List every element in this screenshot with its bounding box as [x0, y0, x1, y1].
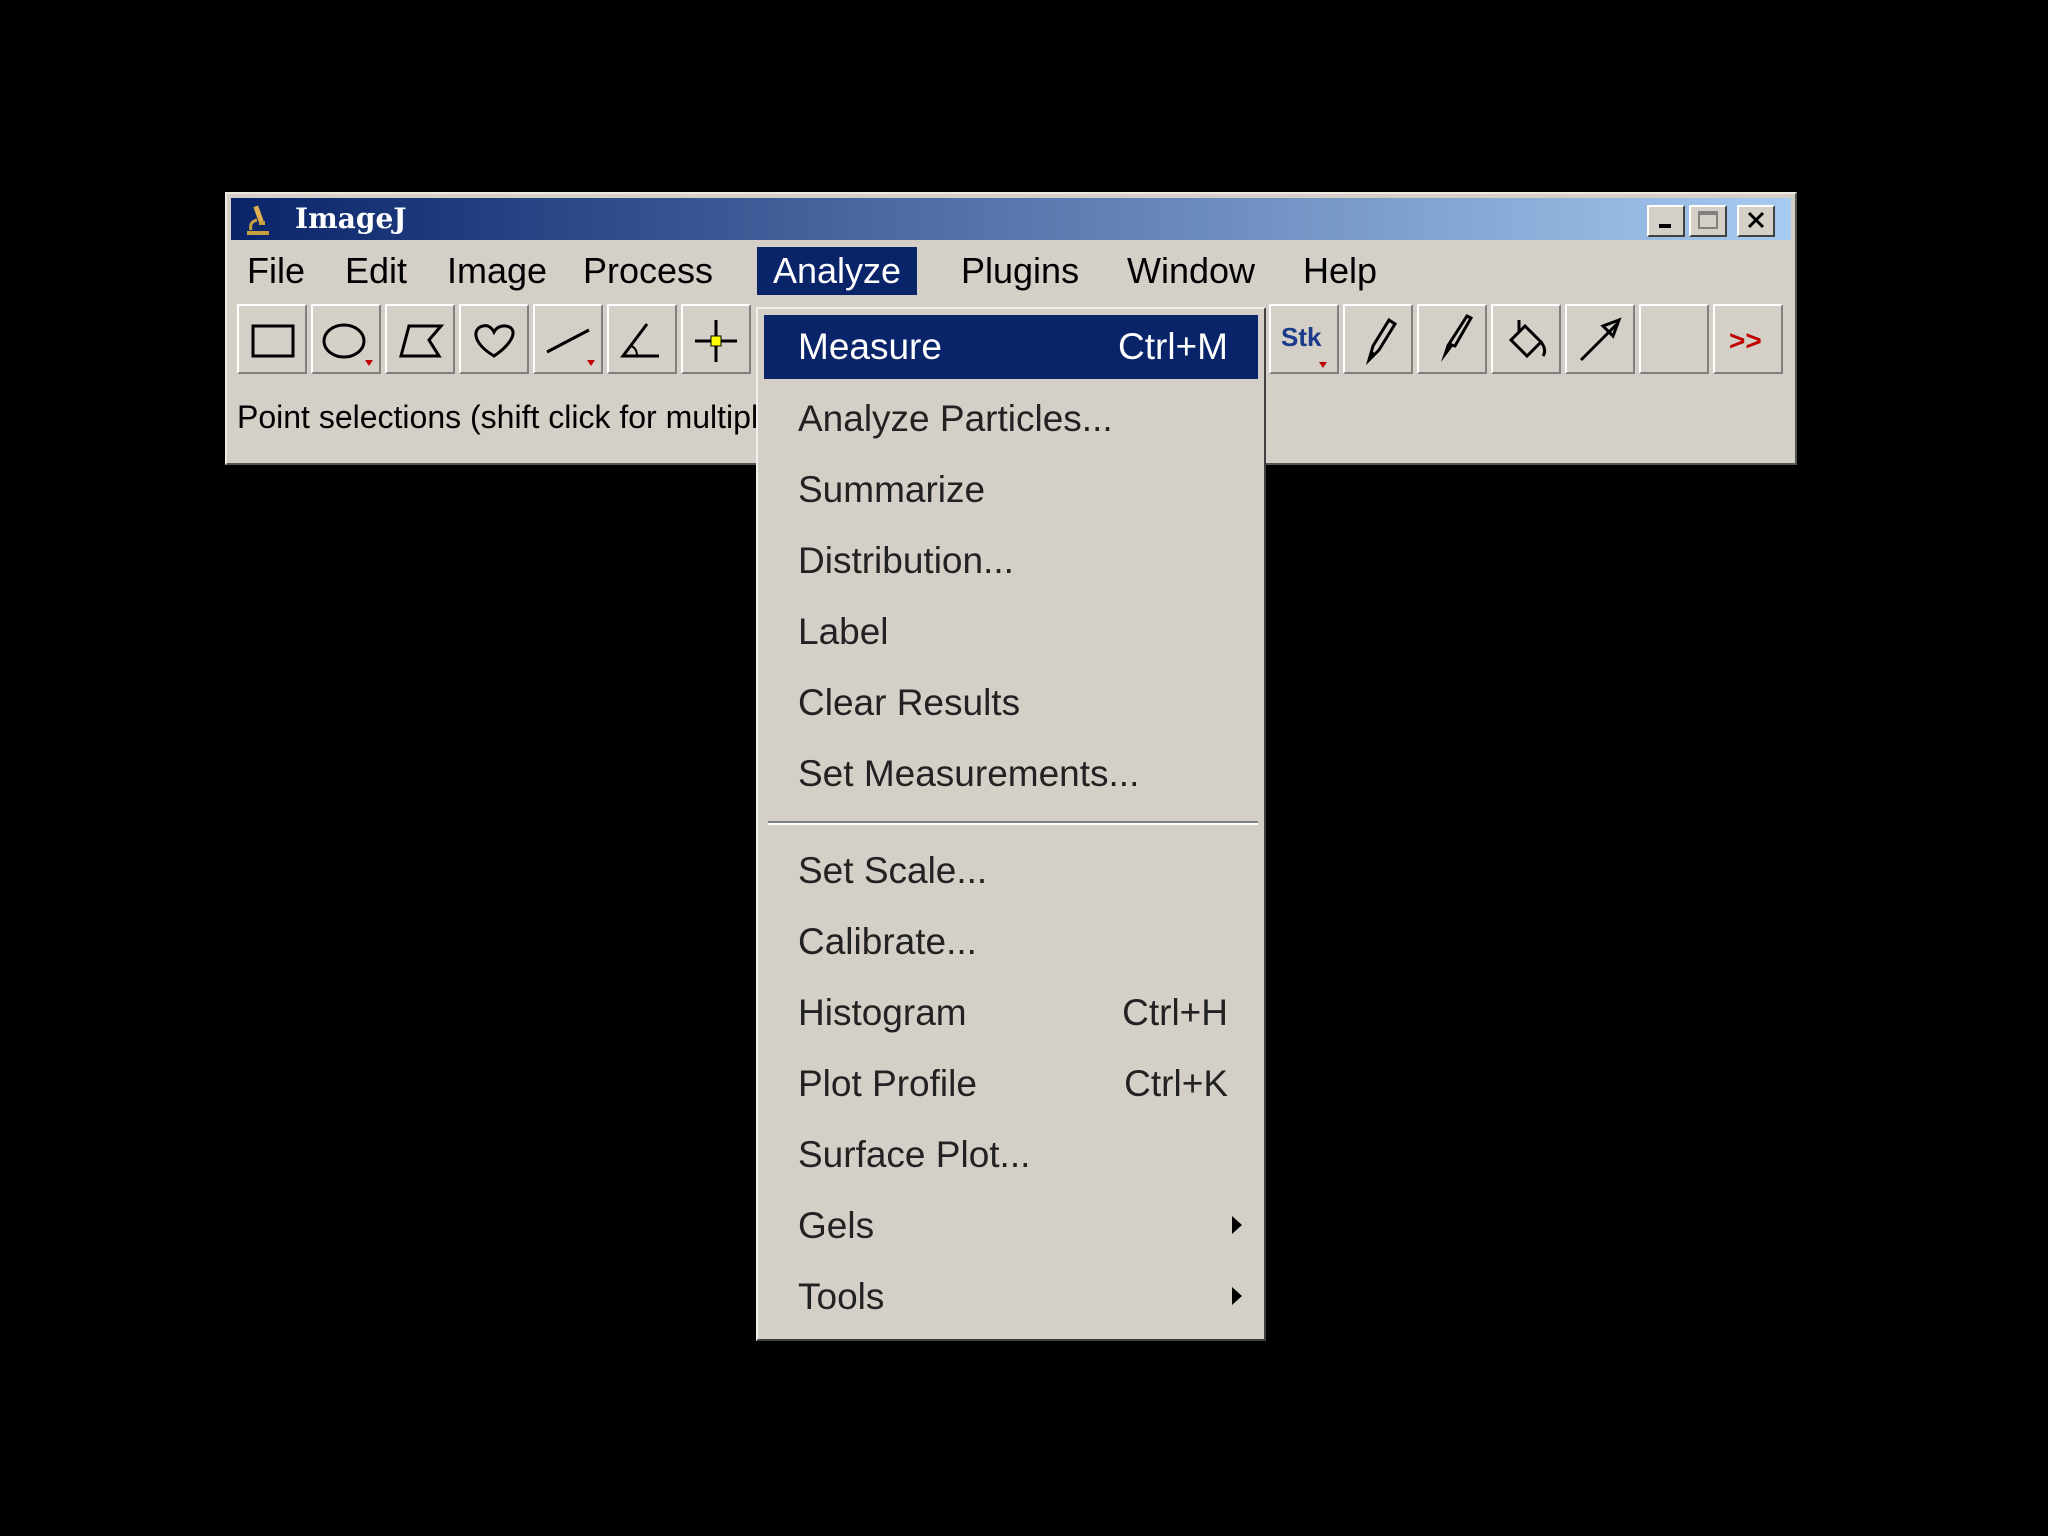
- title-bar[interactable]: ImageJ: [231, 198, 1791, 240]
- flood-fill-tool-icon[interactable]: [1491, 304, 1561, 374]
- menu-bar: File Edit Image Process Analyze Plugins …: [231, 244, 1791, 295]
- menu-item-measure[interactable]: Measure Ctrl+M: [764, 315, 1258, 379]
- stk-tool-icon[interactable]: Stk: [1269, 304, 1339, 374]
- more-tools-label: >>: [1729, 325, 1762, 356]
- line-tool-icon[interactable]: [533, 304, 603, 374]
- angle-tool-icon[interactable]: [607, 304, 677, 374]
- menu-process[interactable]: Process: [567, 247, 729, 295]
- menu-item-gels[interactable]: Gels: [764, 1194, 1258, 1258]
- arrow-tool-icon[interactable]: [1565, 304, 1635, 374]
- maximize-icon[interactable]: [1689, 205, 1727, 237]
- minimize-icon[interactable]: [1647, 205, 1685, 237]
- stk-label: Stk: [1281, 322, 1322, 352]
- menu-item-histogram[interactable]: Histogram Ctrl+H: [764, 981, 1258, 1045]
- menu-item-clear-results[interactable]: Clear Results: [764, 671, 1258, 735]
- submenu-arrow-icon: [1232, 1287, 1242, 1305]
- oval-tool-icon[interactable]: [311, 304, 381, 374]
- menu-edit[interactable]: Edit: [329, 247, 423, 295]
- menu-file[interactable]: File: [231, 247, 321, 295]
- menu-item-set-measurements[interactable]: Set Measurements...: [764, 742, 1258, 806]
- more-tools-icon[interactable]: >>: [1713, 304, 1783, 374]
- menu-item-tools[interactable]: Tools: [764, 1265, 1258, 1329]
- menu-separator: [768, 821, 1258, 825]
- submenu-arrow-icon: [1232, 1216, 1242, 1234]
- polygon-tool-icon[interactable]: [385, 304, 455, 374]
- menu-help[interactable]: Help: [1287, 247, 1393, 295]
- empty-slot: [1639, 304, 1709, 374]
- menu-item-distribution[interactable]: Distribution...: [764, 529, 1258, 593]
- menu-item-plot-profile[interactable]: Plot Profile Ctrl+K: [764, 1052, 1258, 1116]
- menu-window[interactable]: Window: [1111, 247, 1271, 295]
- menu-item-set-scale[interactable]: Set Scale...: [764, 839, 1258, 903]
- menu-item-label[interactable]: Label: [764, 600, 1258, 664]
- point-tool-icon[interactable]: [681, 304, 751, 374]
- microscope-icon: [243, 202, 273, 236]
- brush-tool-icon[interactable]: [1417, 304, 1487, 374]
- menu-plugins[interactable]: Plugins: [945, 247, 1095, 295]
- window-title: ImageJ: [295, 202, 407, 235]
- menu-analyze[interactable]: Analyze: [757, 247, 918, 295]
- menu-item-surface-plot[interactable]: Surface Plot...: [764, 1123, 1258, 1187]
- menu-item-analyze-particles[interactable]: Analyze Particles...: [764, 387, 1258, 451]
- analyze-dropdown-menu: Measure Ctrl+M Analyze Particles... Summ…: [756, 307, 1266, 1341]
- close-icon[interactable]: [1737, 205, 1775, 237]
- pencil-tool-icon[interactable]: [1343, 304, 1413, 374]
- menu-item-summarize[interactable]: Summarize: [764, 458, 1258, 522]
- menu-item-calibrate[interactable]: Calibrate...: [764, 910, 1258, 974]
- freehand-tool-icon[interactable]: [459, 304, 529, 374]
- rectangle-tool-icon[interactable]: [237, 304, 307, 374]
- menu-image[interactable]: Image: [431, 247, 563, 295]
